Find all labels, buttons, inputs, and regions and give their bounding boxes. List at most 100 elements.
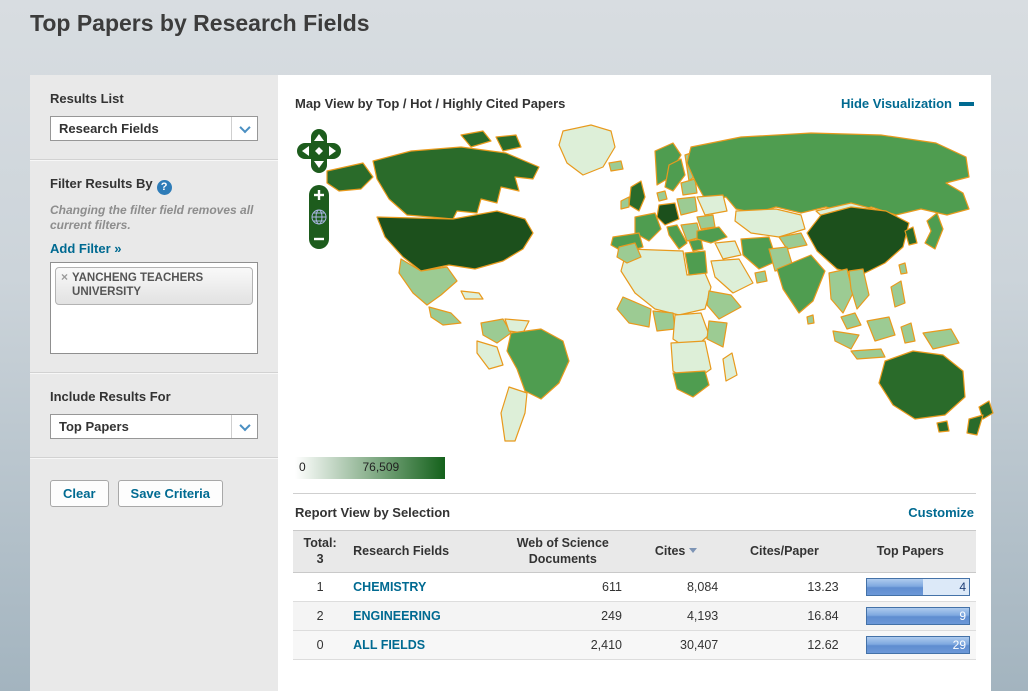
country-region[interactable] [687, 133, 969, 215]
country-region[interactable] [653, 311, 675, 331]
include-results-selected-value: Top Papers [59, 419, 129, 434]
country-region[interactable] [925, 213, 943, 249]
country-region[interactable] [461, 291, 483, 299]
country-region[interactable] [657, 191, 667, 201]
customize-link[interactable]: Customize [908, 505, 974, 520]
top-papers-value: 4 [959, 580, 966, 594]
country-region[interactable] [707, 291, 741, 319]
country-region[interactable] [477, 341, 503, 369]
table-row: 2 ENGINEERING 249 4,193 16.84 9 [293, 602, 976, 631]
country-region[interactable] [841, 313, 861, 329]
field-link[interactable]: ENGINEERING [353, 609, 441, 623]
country-region[interactable] [755, 271, 767, 283]
filter-chip[interactable]: × YANCHENG TEACHERS UNIVERSITY [55, 267, 253, 305]
country-region[interactable] [657, 203, 679, 225]
country-region[interactable] [807, 315, 814, 324]
country-region[interactable] [905, 227, 917, 245]
sort-desc-icon [689, 548, 697, 553]
filter-chip-label: YANCHENG TEACHERS UNIVERSITY [72, 271, 246, 300]
add-filter-link[interactable]: Add Filter » [50, 241, 122, 256]
country-region[interactable] [967, 415, 983, 435]
country-region[interactable] [507, 329, 569, 399]
map-pan-control[interactable] [297, 129, 341, 173]
cites-value: 4,193 [628, 602, 724, 631]
country-region[interactable] [685, 251, 707, 275]
legend-min-value: 0 [299, 460, 306, 474]
country-region[interactable] [501, 387, 527, 441]
country-region[interactable] [867, 317, 895, 341]
cites-per-paper-value: 13.23 [724, 573, 844, 602]
country-region[interactable] [723, 353, 737, 381]
filter-results-section: Filter Results By? Changing the filter f… [30, 160, 278, 373]
filter-results-label: Filter Results By? [50, 176, 258, 195]
results-list-select[interactable]: Research Fields [50, 116, 258, 141]
map-zoom-control[interactable] [306, 183, 332, 251]
chevron-down-icon[interactable] [231, 117, 257, 140]
country-region[interactable] [715, 241, 741, 259]
country-region[interactable] [807, 207, 909, 275]
documents-value: 249 [498, 602, 628, 631]
country-region[interactable] [851, 349, 885, 359]
country-region[interactable] [849, 269, 869, 309]
report-table: Total: 3 Research Fields Web of Science … [293, 530, 976, 660]
top-papers-bar: 9 [866, 607, 970, 625]
country-region[interactable] [711, 259, 753, 293]
country-region[interactable] [373, 147, 539, 219]
legend-max-value: 76,509 [363, 460, 400, 474]
documents-value: 2,410 [498, 631, 628, 660]
country-region[interactable] [937, 421, 949, 432]
field-link[interactable]: ALL FIELDS [353, 638, 425, 652]
country-region[interactable] [707, 321, 727, 347]
total-label: Total: [299, 536, 341, 552]
total-value: 3 [299, 552, 341, 568]
remove-filter-icon[interactable]: × [61, 271, 68, 300]
help-icon[interactable]: ? [157, 180, 172, 195]
report-view-header: Report View by Selection Customize [293, 494, 976, 530]
country-region[interactable] [496, 135, 521, 151]
column-header-cites[interactable]: Cites [628, 531, 724, 573]
country-region[interactable] [833, 331, 859, 349]
country-region[interactable] [629, 181, 645, 211]
clear-button[interactable]: Clear [50, 480, 109, 507]
country-region[interactable] [901, 323, 915, 343]
results-list-selected-value: Research Fields [59, 121, 159, 136]
results-list-section: Results List Research Fields [30, 75, 278, 160]
top-papers-bar: 29 [866, 636, 970, 654]
country-region[interactable] [429, 307, 461, 325]
content-area: Results List Research Fields Filter Resu… [30, 75, 991, 691]
field-link[interactable]: CHEMISTRY [353, 580, 426, 594]
country-region[interactable] [677, 197, 697, 215]
save-criteria-button[interactable]: Save Criteria [118, 480, 224, 507]
minus-icon [959, 102, 974, 106]
country-region[interactable] [559, 125, 615, 175]
column-header-wos-documents[interactable]: Web of Science Documents [498, 531, 628, 573]
country-region[interactable] [461, 131, 491, 147]
row-rank: 1 [293, 573, 347, 602]
column-header-research-fields[interactable]: Research Fields [347, 531, 497, 573]
country-region[interactable] [689, 239, 703, 251]
country-region[interactable] [923, 329, 959, 349]
country-region[interactable] [899, 263, 907, 274]
total-header: Total: 3 [293, 531, 347, 573]
main-panel: Map View by Top / Hot / Highly Cited Pap… [278, 75, 991, 691]
bar-fill [867, 608, 969, 624]
column-header-top-papers[interactable]: Top Papers [845, 531, 976, 573]
map-view-title: Map View by Top / Hot / Highly Cited Pap… [295, 96, 565, 111]
country-region[interactable] [735, 209, 805, 237]
country-region[interactable] [609, 161, 623, 171]
chevron-down-icon[interactable] [231, 415, 257, 438]
country-region[interactable] [697, 195, 727, 215]
hide-visualization-link[interactable]: Hide Visualization [841, 96, 974, 111]
include-results-select[interactable]: Top Papers [50, 414, 258, 439]
country-region[interactable] [697, 215, 715, 229]
top-papers-bar: 4 [866, 578, 970, 596]
column-header-cites-per-paper[interactable]: Cites/Paper [724, 531, 844, 573]
world-map[interactable] [311, 121, 1001, 453]
results-list-label: Results List [50, 91, 258, 106]
cites-per-paper-value: 16.84 [724, 602, 844, 631]
country-region[interactable] [673, 371, 709, 397]
country-region[interactable] [621, 197, 629, 209]
map-area[interactable] [293, 121, 976, 453]
country-region[interactable] [879, 351, 965, 419]
country-region[interactable] [891, 281, 905, 307]
